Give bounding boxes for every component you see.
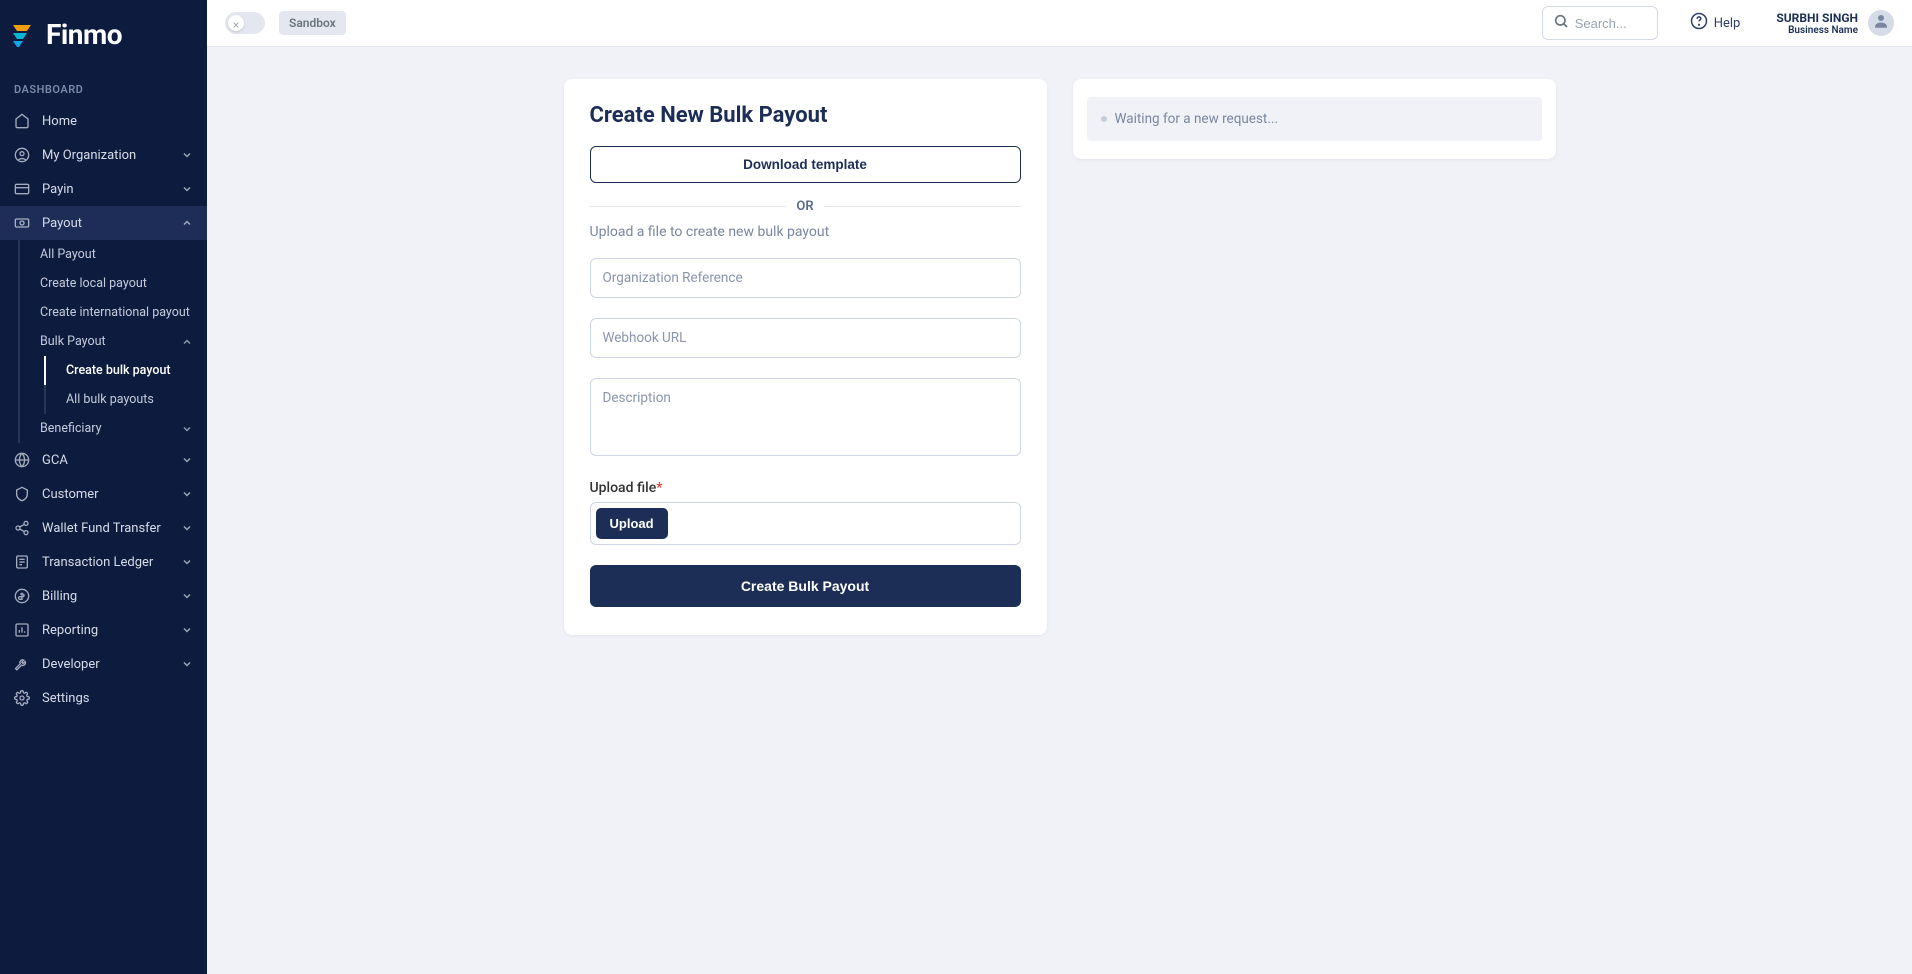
nav-label: Transaction Ledger [42, 555, 181, 570]
nav-label: Wallet Fund Transfer [42, 521, 181, 536]
download-template-button[interactable]: Download template [590, 146, 1021, 183]
sandbox-toggle[interactable] [225, 12, 265, 34]
help-icon [1690, 12, 1708, 34]
sidebar-item-bulk-payout[interactable]: Bulk Payout [20, 327, 207, 356]
chevron-down-icon [181, 556, 193, 568]
user-circle-icon [14, 147, 30, 163]
ledger-icon [14, 554, 30, 570]
user-subtitle: Business Name [1776, 25, 1858, 36]
status-dot-icon [1101, 116, 1107, 122]
organization-reference-input[interactable] [590, 258, 1021, 298]
sidebar-item-wallet-fund-transfer[interactable]: Wallet Fund Transfer [0, 511, 207, 545]
chevron-down-icon [181, 423, 193, 435]
close-icon [232, 14, 240, 33]
bulk-payout-subnav: Create bulk payout All bulk payouts [44, 356, 207, 414]
card-icon [14, 181, 30, 197]
share-icon [14, 520, 30, 536]
nav-label: Home [42, 114, 193, 129]
chevron-down-icon [181, 658, 193, 670]
sidebar-item-settings[interactable]: Settings [0, 681, 207, 715]
description-input[interactable] [590, 378, 1021, 456]
chevron-up-icon [181, 217, 193, 229]
form-card: Create New Bulk Payout Download template… [564, 79, 1047, 635]
shield-icon [14, 486, 30, 502]
sidebar-item-developer[interactable]: Developer [0, 647, 207, 681]
sidebar-item-all-payout[interactable]: All Payout [20, 240, 207, 269]
sidebar-item-home[interactable]: Home [0, 104, 207, 138]
chevron-down-icon [181, 488, 193, 500]
avatar[interactable] [1868, 10, 1894, 36]
section-label: DASHBOARD [0, 65, 207, 104]
or-divider: OR [590, 199, 1021, 214]
user-block[interactable]: SURBHI SINGH Business Name [1776, 10, 1894, 36]
nav-label: Payin [42, 182, 181, 197]
chevron-down-icon [181, 454, 193, 466]
sidebar-item-payout[interactable]: Payout [0, 206, 207, 240]
user-name: SURBHI SINGH [1776, 11, 1858, 25]
nav-label: Settings [42, 691, 193, 706]
globe-icon [14, 452, 30, 468]
nav-label: Billing [42, 589, 181, 604]
upload-file-label: Upload file* [590, 480, 1021, 496]
chevron-down-icon [181, 522, 193, 534]
search-input[interactable] [1575, 16, 1647, 31]
dollar-icon [14, 588, 30, 604]
nav-label: My Organization [42, 148, 181, 163]
sidebar-item-create-local-payout[interactable]: Create local payout [20, 269, 207, 298]
money-icon [14, 215, 30, 231]
chevron-up-icon [181, 336, 193, 348]
nav-label: Customer [42, 487, 181, 502]
sidebar-item-customer[interactable]: Customer [0, 477, 207, 511]
help-label: Help [1714, 16, 1741, 31]
create-bulk-payout-button[interactable]: Create Bulk Payout [590, 565, 1021, 607]
sidebar-item-beneficiary[interactable]: Beneficiary [20, 414, 207, 443]
log-row: Waiting for a new request... [1087, 97, 1542, 141]
main-area: Sandbox Help SURBHI SINGH Business Name … [207, 0, 1912, 974]
nav-label: Reporting [42, 623, 181, 638]
sidebar-item-transaction-ledger[interactable]: Transaction Ledger [0, 545, 207, 579]
logo-text: Finmo [46, 18, 122, 51]
content: Create New Bulk Payout Download template… [207, 47, 1912, 974]
page-title: Create New Bulk Payout [590, 103, 1021, 128]
toggle-knob [228, 15, 244, 31]
required-asterisk: * [656, 480, 662, 496]
chevron-down-icon [181, 183, 193, 195]
chevron-down-icon [181, 624, 193, 636]
log-text: Waiting for a new request... [1115, 111, 1279, 127]
webhook-url-input[interactable] [590, 318, 1021, 358]
sidebar-item-all-bulk-payouts[interactable]: All bulk payouts [46, 385, 207, 414]
chevron-down-icon [181, 149, 193, 161]
topbar: Sandbox Help SURBHI SINGH Business Name [207, 0, 1912, 47]
sidebar-item-reporting[interactable]: Reporting [0, 613, 207, 647]
chart-icon [14, 622, 30, 638]
sidebar-item-create-intl-payout[interactable]: Create international payout [20, 298, 207, 327]
sidebar-item-create-bulk-payout[interactable]: Create bulk payout [44, 356, 207, 385]
help-link[interactable]: Help [1690, 12, 1741, 34]
search-icon [1553, 13, 1569, 33]
nav-label: Payout [42, 216, 181, 231]
sidebar-item-gca[interactable]: GCA [0, 443, 207, 477]
wrench-icon [14, 656, 30, 672]
upload-box: Upload [590, 502, 1021, 545]
logo-icon [8, 21, 36, 49]
sidebar-item-billing[interactable]: Billing [0, 579, 207, 613]
nav-label: Developer [42, 657, 181, 672]
payout-subnav: All Payout Create local payout Create in… [18, 240, 207, 443]
logo[interactable]: Finmo [0, 0, 207, 65]
search-box[interactable] [1542, 6, 1658, 40]
user-text: SURBHI SINGH Business Name [1776, 11, 1858, 36]
sidebar: Finmo DASHBOARD Home My Organization Pay… [0, 0, 207, 974]
sidebar-item-my-organization[interactable]: My Organization [0, 138, 207, 172]
chevron-down-icon [181, 590, 193, 602]
helper-text: Upload a file to create new bulk payout [590, 224, 1021, 240]
home-icon [14, 113, 30, 129]
nav-label: GCA [42, 453, 181, 468]
sandbox-badge: Sandbox [279, 11, 346, 35]
gear-icon [14, 690, 30, 706]
upload-button[interactable]: Upload [596, 508, 668, 539]
sidebar-item-payin[interactable]: Payin [0, 172, 207, 206]
log-card: Waiting for a new request... [1073, 79, 1556, 159]
person-icon [1872, 12, 1890, 34]
